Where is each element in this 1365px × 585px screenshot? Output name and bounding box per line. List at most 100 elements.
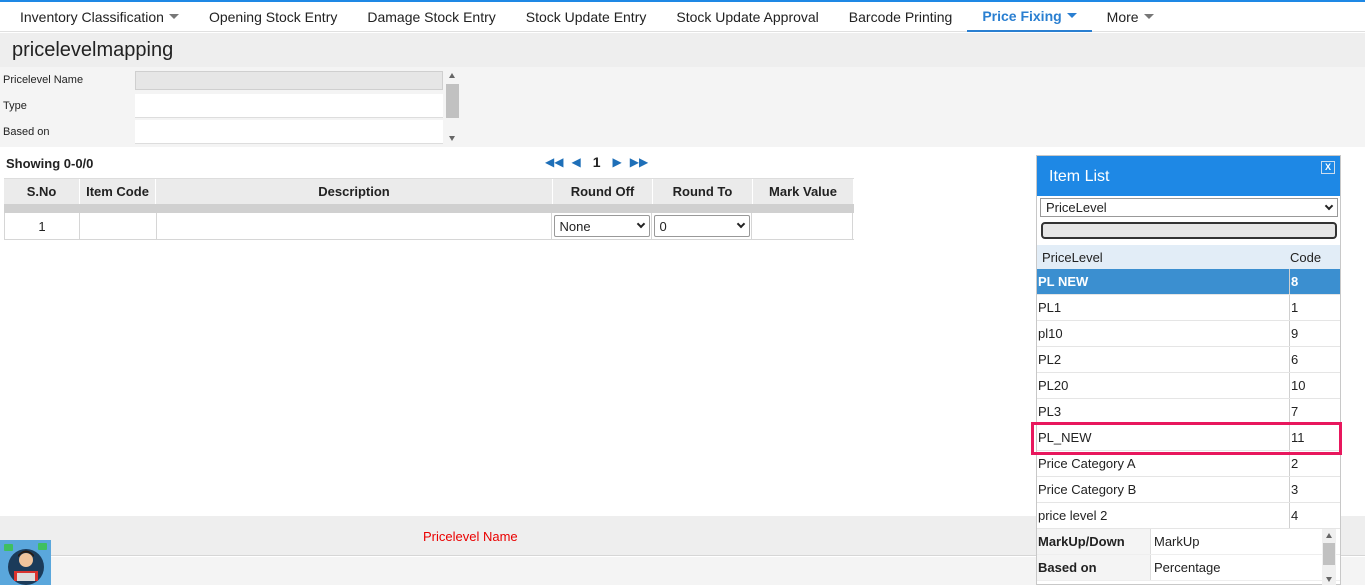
chevron-down-icon [1324,201,1334,210]
markup-down-value[interactable]: MarkUp [1150,529,1320,554]
item-name: Price Category A [1038,456,1136,471]
list-type-value: PriceLevel [1046,200,1107,215]
list-item[interactable]: pl10 9 [1037,321,1340,347]
nav-opening-stock-entry[interactable]: Opening Stock Entry [194,2,352,32]
col-description: Description [156,179,553,204]
panel-title: Item List [1049,168,1110,185]
grid-header: S.No Item Code Description Round Off Rou… [4,178,854,204]
table-row: 1 None 0 [4,213,854,240]
pricelevel-name-field[interactable] [135,71,443,90]
cell-item-code[interactable] [80,213,157,239]
cell-description[interactable] [157,213,552,239]
nav-label: Opening Stock Entry [208,8,338,25]
field-label: Based on [3,126,50,138]
nav-label: Damage Stock Entry [367,8,496,25]
item-code: 1 [1289,295,1340,320]
nav-damage-stock-entry[interactable]: Damage Stock Entry [352,2,510,32]
scroll-down-icon[interactable] [449,136,455,141]
nav-label: Stock Update Entry [525,8,647,25]
col-round-off: Round Off [553,179,653,204]
based-on-field[interactable] [135,120,443,144]
field-label: Pricelevel Name [3,74,84,86]
chevron-down-icon [168,14,179,19]
next-page-icon[interactable]: ▶ [613,155,622,169]
item-name: PL NEW [1038,274,1089,289]
nav-stock-update-entry[interactable]: Stock Update Entry [511,2,662,32]
top-nav: Inventory Classification Opening Stock E… [0,0,1365,32]
item-name: PL20 [1038,378,1069,393]
item-list-panel: Item List X PriceLevel PriceLevel Code P… [1036,155,1341,585]
scroll-thumb[interactable] [446,84,459,118]
col-item-code: Item Code [80,179,156,204]
cell-round-to: 0 [652,213,752,239]
list-item[interactable]: PL20 10 [1037,373,1340,399]
support-avatar-icon[interactable] [0,540,51,585]
item-code: 10 [1289,373,1340,398]
properties-table: MarkUp/Down MarkUp Based on Percentage [1037,529,1340,581]
round-off-value: None [559,218,591,234]
list-item[interactable]: Price Category B 3 [1037,477,1340,503]
chevron-down-icon [736,219,745,229]
nav-barcode-printing[interactable]: Barcode Printing [834,2,968,32]
col-round-to: Round To [653,179,753,204]
form-row-type: Type [0,93,445,119]
scroll-up-icon[interactable] [1326,533,1332,538]
form-area: Pricelevel Name Type Based on [0,67,1365,147]
item-code: 6 [1289,347,1340,372]
list-item[interactable]: PL1 1 [1037,295,1340,321]
list-type-select[interactable]: PriceLevel [1040,198,1338,217]
list-item[interactable]: price level 2 4 [1037,503,1340,529]
list-header: PriceLevel Code [1037,245,1340,269]
form-row-based-on: Based on [0,119,445,145]
list-item[interactable]: PL NEW 8 [1037,269,1340,295]
item-code: 7 [1289,399,1340,424]
item-name: pl10 [1038,326,1063,341]
pager: ◀◀ ◀ 1 ▶ ▶▶ [545,154,648,170]
cell-mark-value[interactable] [752,213,853,239]
nav-label: Inventory Classification [20,8,164,25]
nav-inventory-classification[interactable]: Inventory Classification [0,2,194,32]
chevron-down-icon [1066,13,1077,18]
nav-more[interactable]: More [1092,2,1169,32]
close-button[interactable]: X [1321,161,1335,174]
type-field[interactable] [135,94,443,118]
panel-header: Item List X [1037,156,1340,196]
round-to-value: 0 [659,218,667,234]
round-off-select[interactable]: None [553,215,650,237]
search-input[interactable] [1041,222,1337,239]
property-row: MarkUp/Down MarkUp [1037,529,1340,555]
prev-page-icon[interactable]: ◀ [571,155,580,169]
title-bar: pricelevelmapping [0,33,1365,67]
nav-stock-update-approval[interactable]: Stock Update Approval [661,2,833,32]
cell-round-off: None [552,213,652,239]
item-name: PL1 [1038,300,1062,315]
properties-scrollbar[interactable] [1322,529,1336,585]
form-row-pricelevel-name: Pricelevel Name [0,67,445,93]
nav-label: Barcode Printing [848,8,953,25]
scroll-up-icon[interactable] [449,73,455,78]
col-code: Code [1290,249,1322,265]
nav-label: Price Fixing [982,7,1062,24]
item-name: PL3 [1038,404,1062,419]
scroll-down-icon[interactable] [1326,577,1332,582]
round-to-select[interactable]: 0 [653,215,750,237]
nav-price-fixing[interactable]: Price Fixing [967,2,1092,32]
showing-count: Showing 0-0/0 [6,156,94,171]
item-code: 8 [1289,269,1340,294]
list-item[interactable]: PL2 6 [1037,347,1340,373]
based-on-value[interactable]: Percentage [1150,555,1320,580]
chevron-down-icon [636,219,645,229]
grid-filter-strip [4,204,854,213]
property-label: MarkUp/Down [1037,529,1150,554]
form-scrollbar[interactable] [446,71,459,143]
col-mark-value: Mark Value [753,179,854,204]
item-name: Price Category B [1038,482,1137,497]
nav-label: More [1106,8,1139,25]
scroll-thumb[interactable] [1323,543,1335,565]
item-name: PL2 [1038,352,1062,367]
bottom-pricelevel-label: Pricelevel Name [423,529,518,544]
last-page-icon[interactable]: ▶▶ [630,155,648,169]
first-page-icon[interactable]: ◀◀ [545,155,563,169]
cell-sno: 1 [5,213,80,239]
item-code: 3 [1289,477,1340,502]
